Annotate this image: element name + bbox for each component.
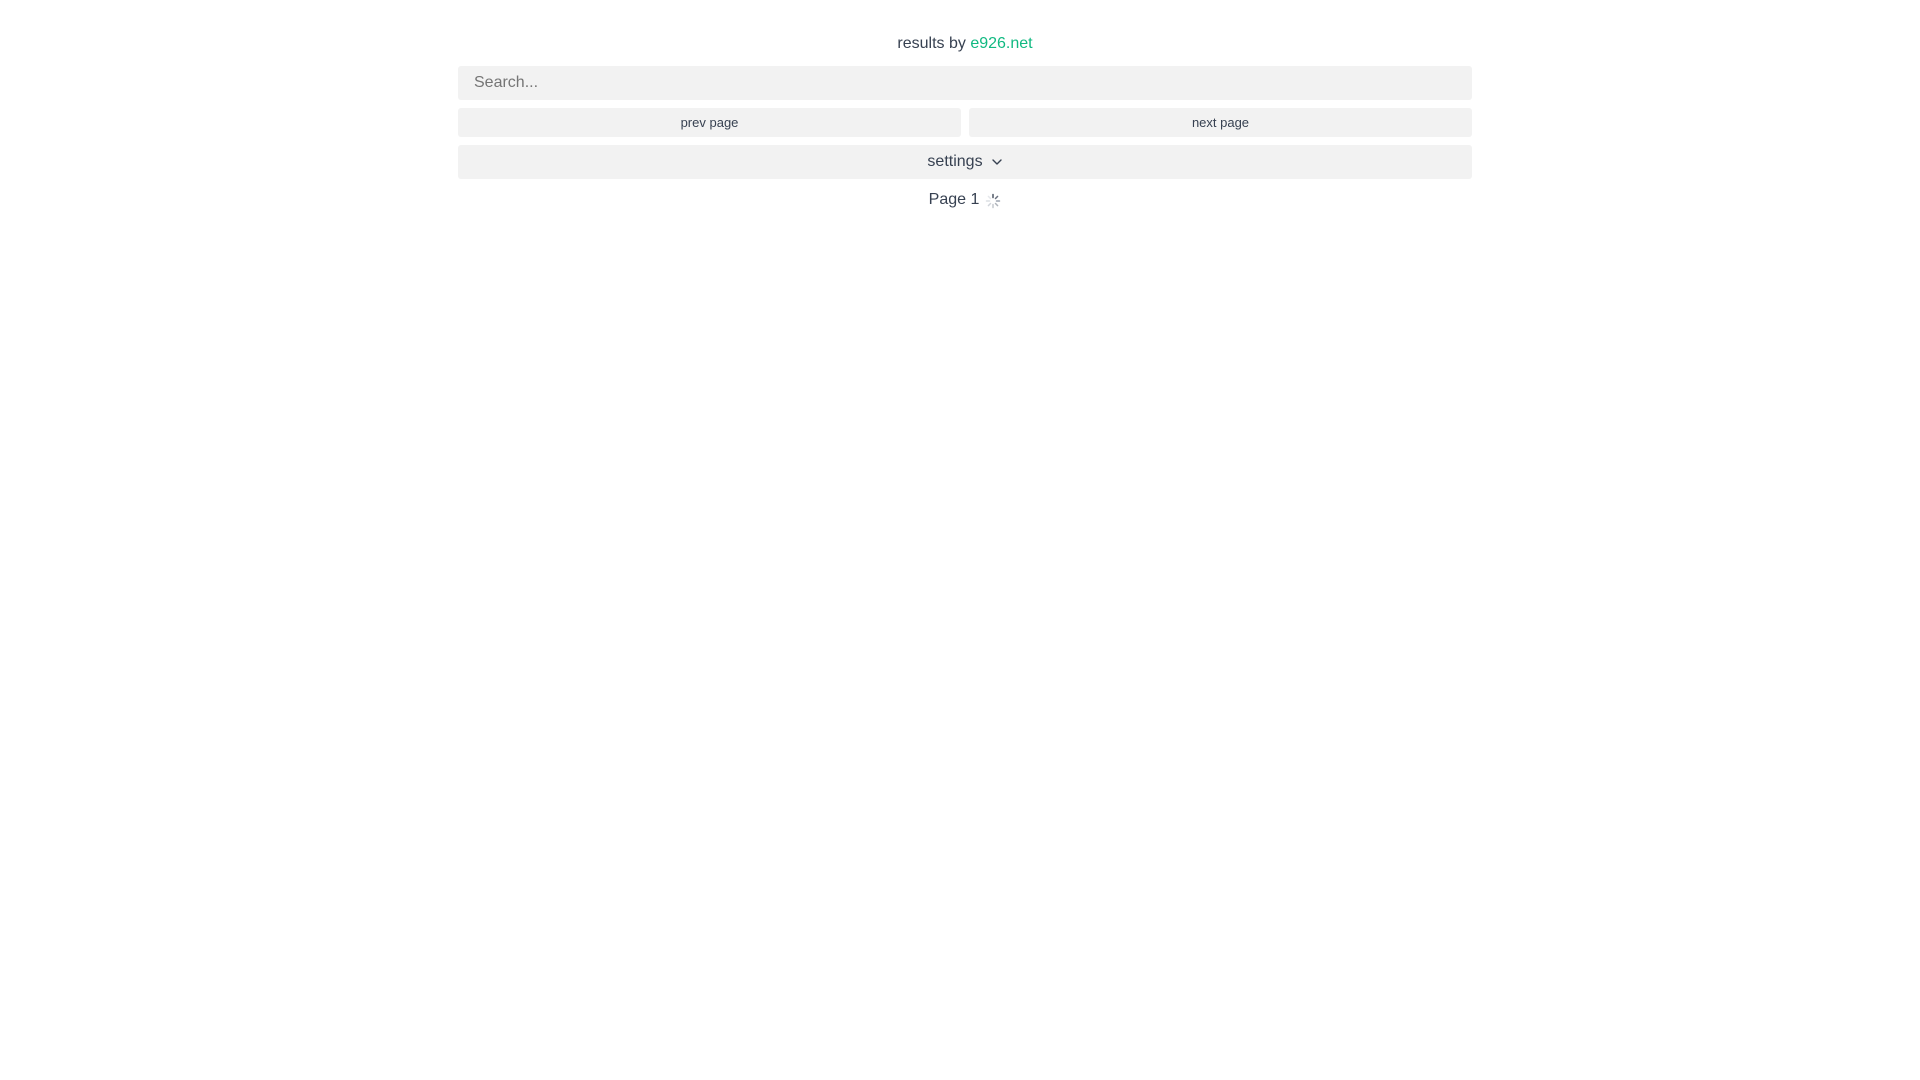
settings-toggle[interactable]: settings <box>458 145 1472 179</box>
settings-label: settings <box>927 153 983 170</box>
search-input[interactable] <box>458 66 1472 100</box>
source-link[interactable]: e926.net <box>970 35 1032 52</box>
next-page-button[interactable]: next page <box>969 108 1472 137</box>
pagination: prev page next page <box>458 108 1472 137</box>
page-indicator: Page 1 <box>928 191 980 208</box>
prev-page-button[interactable]: prev page <box>458 108 961 137</box>
credit-prefix: results by <box>897 35 966 52</box>
page-status: Page 1 <box>458 189 1472 211</box>
chevron-down-icon <box>991 159 1002 165</box>
results-credit: results by e926.net <box>458 34 1472 54</box>
loading-spinner-icon <box>986 193 1001 209</box>
